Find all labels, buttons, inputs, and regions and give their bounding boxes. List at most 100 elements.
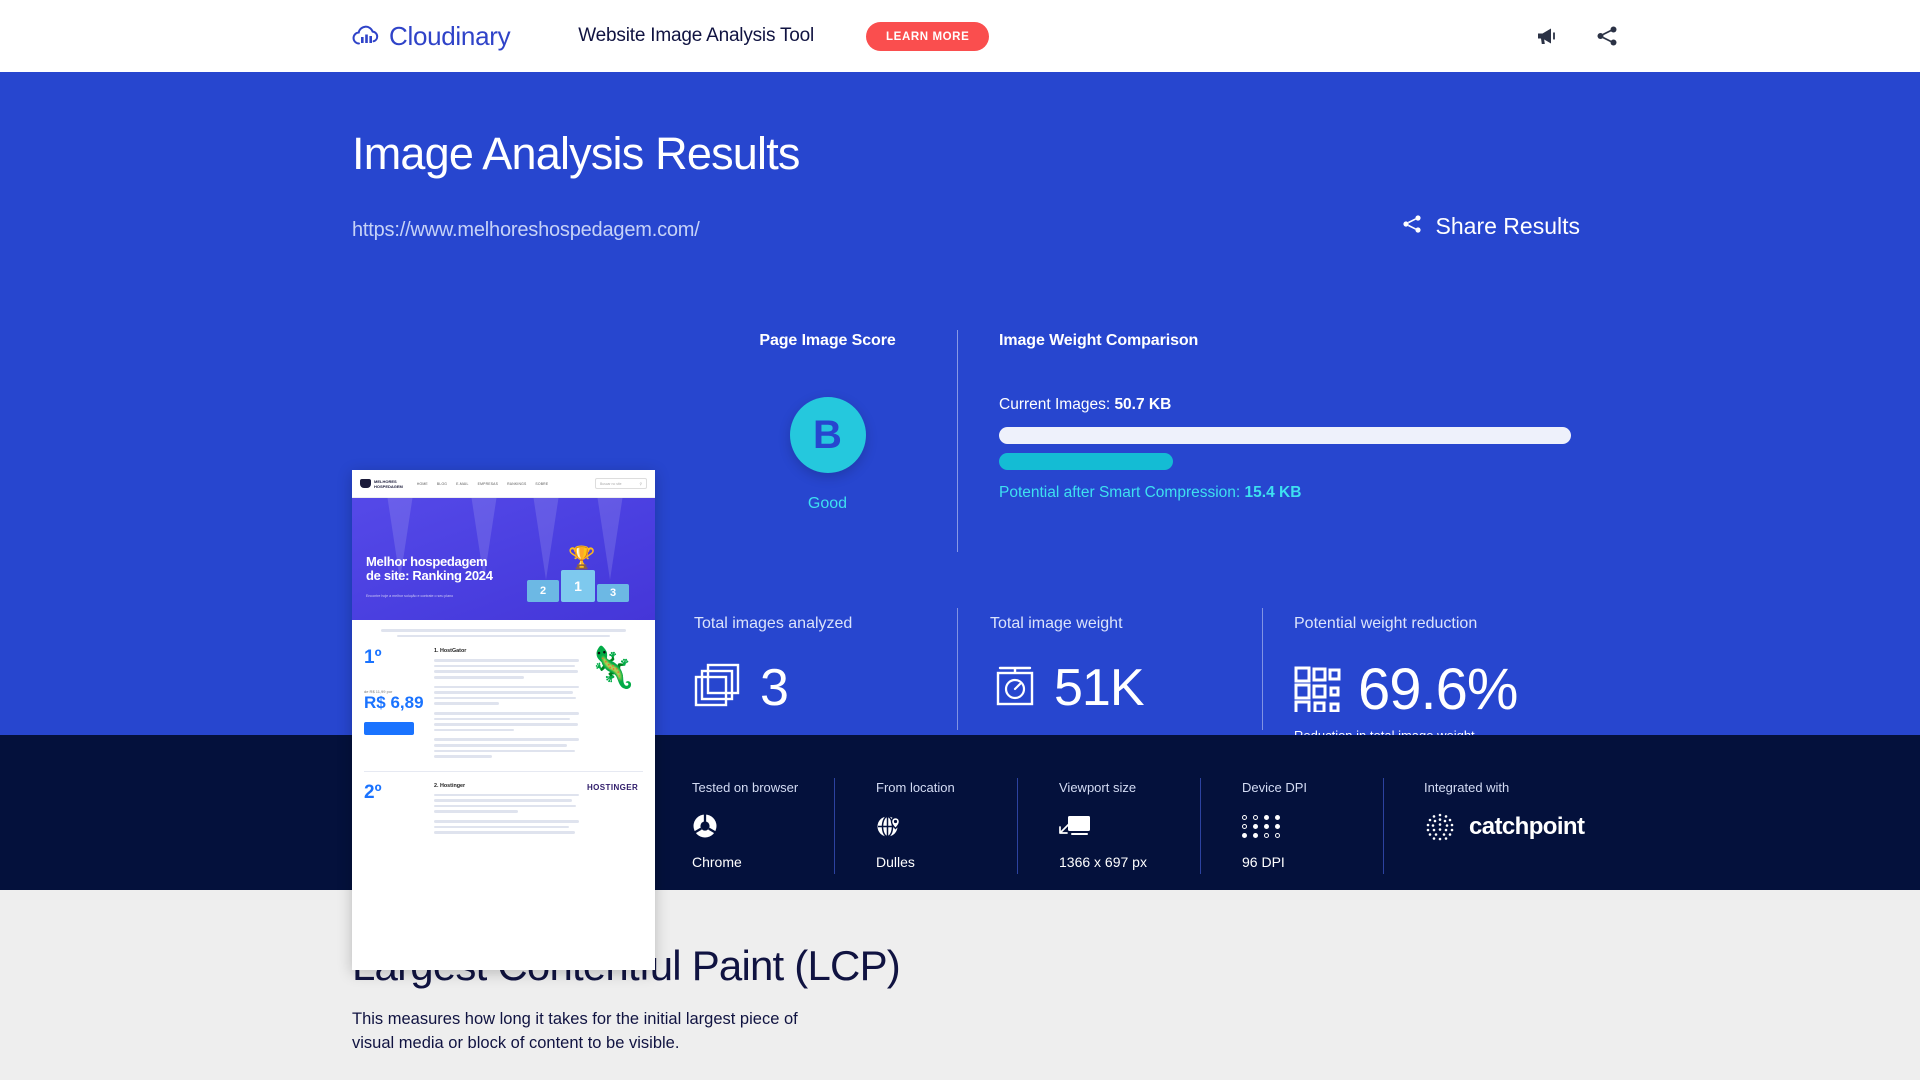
thumb-cta-button [364, 722, 414, 736]
thumb-rank-entry: 1º de R$ 11,99 por R$ 6,89 1. HostGator [364, 648, 643, 761]
thumb-search-icon: ⚲ [639, 481, 642, 486]
share-icon[interactable] [1594, 23, 1620, 49]
podium-place-1: 1 [561, 570, 595, 602]
thumb-rank-number: 1º [364, 647, 382, 669]
scale-icon [990, 661, 1040, 714]
thumb-site-header: MELHORES HOSPEDAGEM HOME BLOG E-MAIL EMP… [352, 470, 655, 498]
score-vertical-divider [957, 330, 958, 552]
thumb-podium: 🏆 2 1 3 [523, 538, 631, 602]
podium-place-2: 2 [527, 580, 559, 602]
cloudinary-logo[interactable]: Cloudinary [352, 20, 511, 52]
image-weight-comparison-label: Image Weight Comparison [999, 332, 1199, 349]
chrome-icon [692, 812, 798, 840]
thumb-search-placeholder: Buscar no site [600, 481, 622, 486]
analyzed-url: https://www.melhoreshospedagem.com/ [352, 219, 700, 241]
meta-tested-on-browser: Tested on browser Chrome [692, 780, 798, 870]
meta-label: From location [876, 780, 955, 795]
stat-label: Total image weight [990, 615, 1123, 632]
thumb-rank-number: 2º [364, 781, 382, 803]
stat-value: 51K [1054, 658, 1145, 717]
meta-divider [1200, 778, 1201, 874]
thumb-hero-banner: Melhor hospedagem de site: Ranking 2024 E… [352, 498, 655, 620]
lcp-description: This measures how long it takes for the … [352, 1010, 798, 1052]
potential-compression-text: Potential after Smart Compression: 15.4 … [999, 484, 1579, 502]
meta-divider [834, 778, 835, 874]
thumb-article-body: 1º de R$ 11,99 por R$ 6,89 1. HostGator [352, 620, 655, 837]
potential-value: 15.4 KB [1244, 484, 1302, 501]
thumb-divider [364, 770, 643, 772]
meta-label: Tested on browser [692, 780, 799, 795]
share-icon [1400, 212, 1424, 241]
nav-inner: Cloudinary Website Image Analysis Tool L… [352, 21, 1920, 52]
stat-label: Potential weight reduction [1294, 615, 1478, 632]
meta-label: Viewport size [1059, 780, 1137, 795]
meta-value: 1366 x 697 px [1059, 854, 1147, 870]
thumb-logo-mark [360, 479, 371, 488]
meta-integrated-with: Integrated with catchpoint [1424, 780, 1585, 843]
meta-viewport-size: Viewport size 1366 x 697 px [1059, 780, 1147, 870]
share-results-button[interactable]: Share Results [1400, 212, 1580, 241]
meta-value: 96 DPI [1242, 854, 1285, 870]
thumb-nav-item: HOME [416, 481, 428, 486]
thumb-nav-item: RANKINGS [507, 481, 527, 486]
website-screenshot-thumbnail: MELHORES HOSPEDAGEM HOME BLOG E-MAIL EMP… [352, 470, 655, 970]
share-results-label: Share Results [1435, 213, 1580, 239]
nav-tagline: Website Image Analysis Tool [578, 25, 815, 46]
page-image-score-label: Page Image Score [759, 332, 896, 349]
meta-label: Integrated with [1424, 780, 1510, 795]
megaphone-icon[interactable] [1534, 23, 1560, 49]
potential-prefix: Potential after Smart Compression: [999, 484, 1245, 501]
dpi-dots-icon [1242, 812, 1307, 840]
stat-value: 3 [760, 658, 789, 717]
thumb-text-line [380, 629, 627, 632]
grid-squares-icon [1294, 664, 1344, 717]
thumb-hero-subtitle: Encontre hoje a melhor solução e contrat… [366, 594, 454, 598]
meta-label: Device DPI [1242, 780, 1308, 795]
thumb-text-line [397, 634, 610, 638]
page-image-score-panel: Page Image Score B Good [700, 332, 955, 513]
stat-total-images-analyzed: Total images analyzed 3 [694, 615, 852, 714]
stat-value: 69.6% [1358, 657, 1518, 722]
meta-divider [1383, 778, 1384, 874]
cloudinary-wordmark: Cloudinary [389, 20, 511, 51]
current-images-bar [999, 427, 1571, 444]
thumb-price: R$ 6,89 [364, 693, 424, 713]
thumb-nav-item: E-MAIL [456, 481, 469, 486]
meta-value: Chrome [692, 854, 742, 870]
monitor-icon [1059, 812, 1147, 840]
thumb-rank-title: 2. Hostinger [434, 782, 466, 789]
catchpoint-wordmark: catchpoint [1469, 813, 1585, 840]
thumb-hostinger-logo: HOSTINGER [587, 782, 639, 792]
stat-divider [957, 608, 958, 730]
catchpoint-dots-icon [1426, 813, 1454, 841]
stat-label: Total images analyzed [694, 615, 853, 632]
thumb-mascot-icon: 🦎 [587, 646, 637, 691]
thumb-hero-title: Melhor hospedagem de site: Ranking 2024 [366, 553, 493, 584]
potential-compression-bar [999, 453, 1173, 470]
learn-more-button[interactable]: LEARN MORE [866, 21, 990, 51]
podium-place-3: 3 [597, 584, 629, 602]
page-title: Image Analysis Results [352, 128, 800, 179]
thumb-site-logo: MELHORES HOSPEDAGEM [360, 479, 403, 489]
thumb-site-nav: HOME BLOG E-MAIL EMPRESAS RANKINGS SOBRE [417, 482, 548, 486]
current-images-prefix: Current Images: [999, 396, 1115, 413]
meta-from-location: From location Dulles [876, 780, 955, 870]
image-weight-comparison-panel: Image Weight Comparison Current Images: … [999, 332, 1579, 502]
cloudinary-cloud-icon [352, 24, 382, 48]
stat-potential-weight-reduction: Potential weight reduction 69.6% Reducti… [1294, 615, 1518, 743]
current-images-text: Current Images: 50.7 KB [999, 396, 1579, 414]
globe-pin-icon [876, 812, 955, 840]
score-grade-badge: B [789, 397, 866, 473]
layers-icon [694, 661, 746, 714]
thumb-nav-item: EMPRESAS [477, 481, 499, 486]
thumb-nav-item: SOBRE [535, 481, 549, 486]
meta-value: Dulles [876, 854, 915, 870]
trophy-icon: 🏆 [568, 545, 596, 570]
catchpoint-logo: catchpoint [1424, 811, 1585, 843]
thumb-logo-line2: HOSPEDAGEM [374, 483, 403, 489]
thumb-rank-title: 1. HostGator [434, 648, 467, 655]
current-images-value: 50.7 KB [1114, 396, 1172, 413]
thumb-rank-entry: 2º 2. Hostinger HOSTINGER [364, 783, 643, 837]
lcp-section: Largest Contentful Paint (LCP) This meas… [0, 890, 1920, 1080]
meta-divider [1017, 778, 1018, 874]
